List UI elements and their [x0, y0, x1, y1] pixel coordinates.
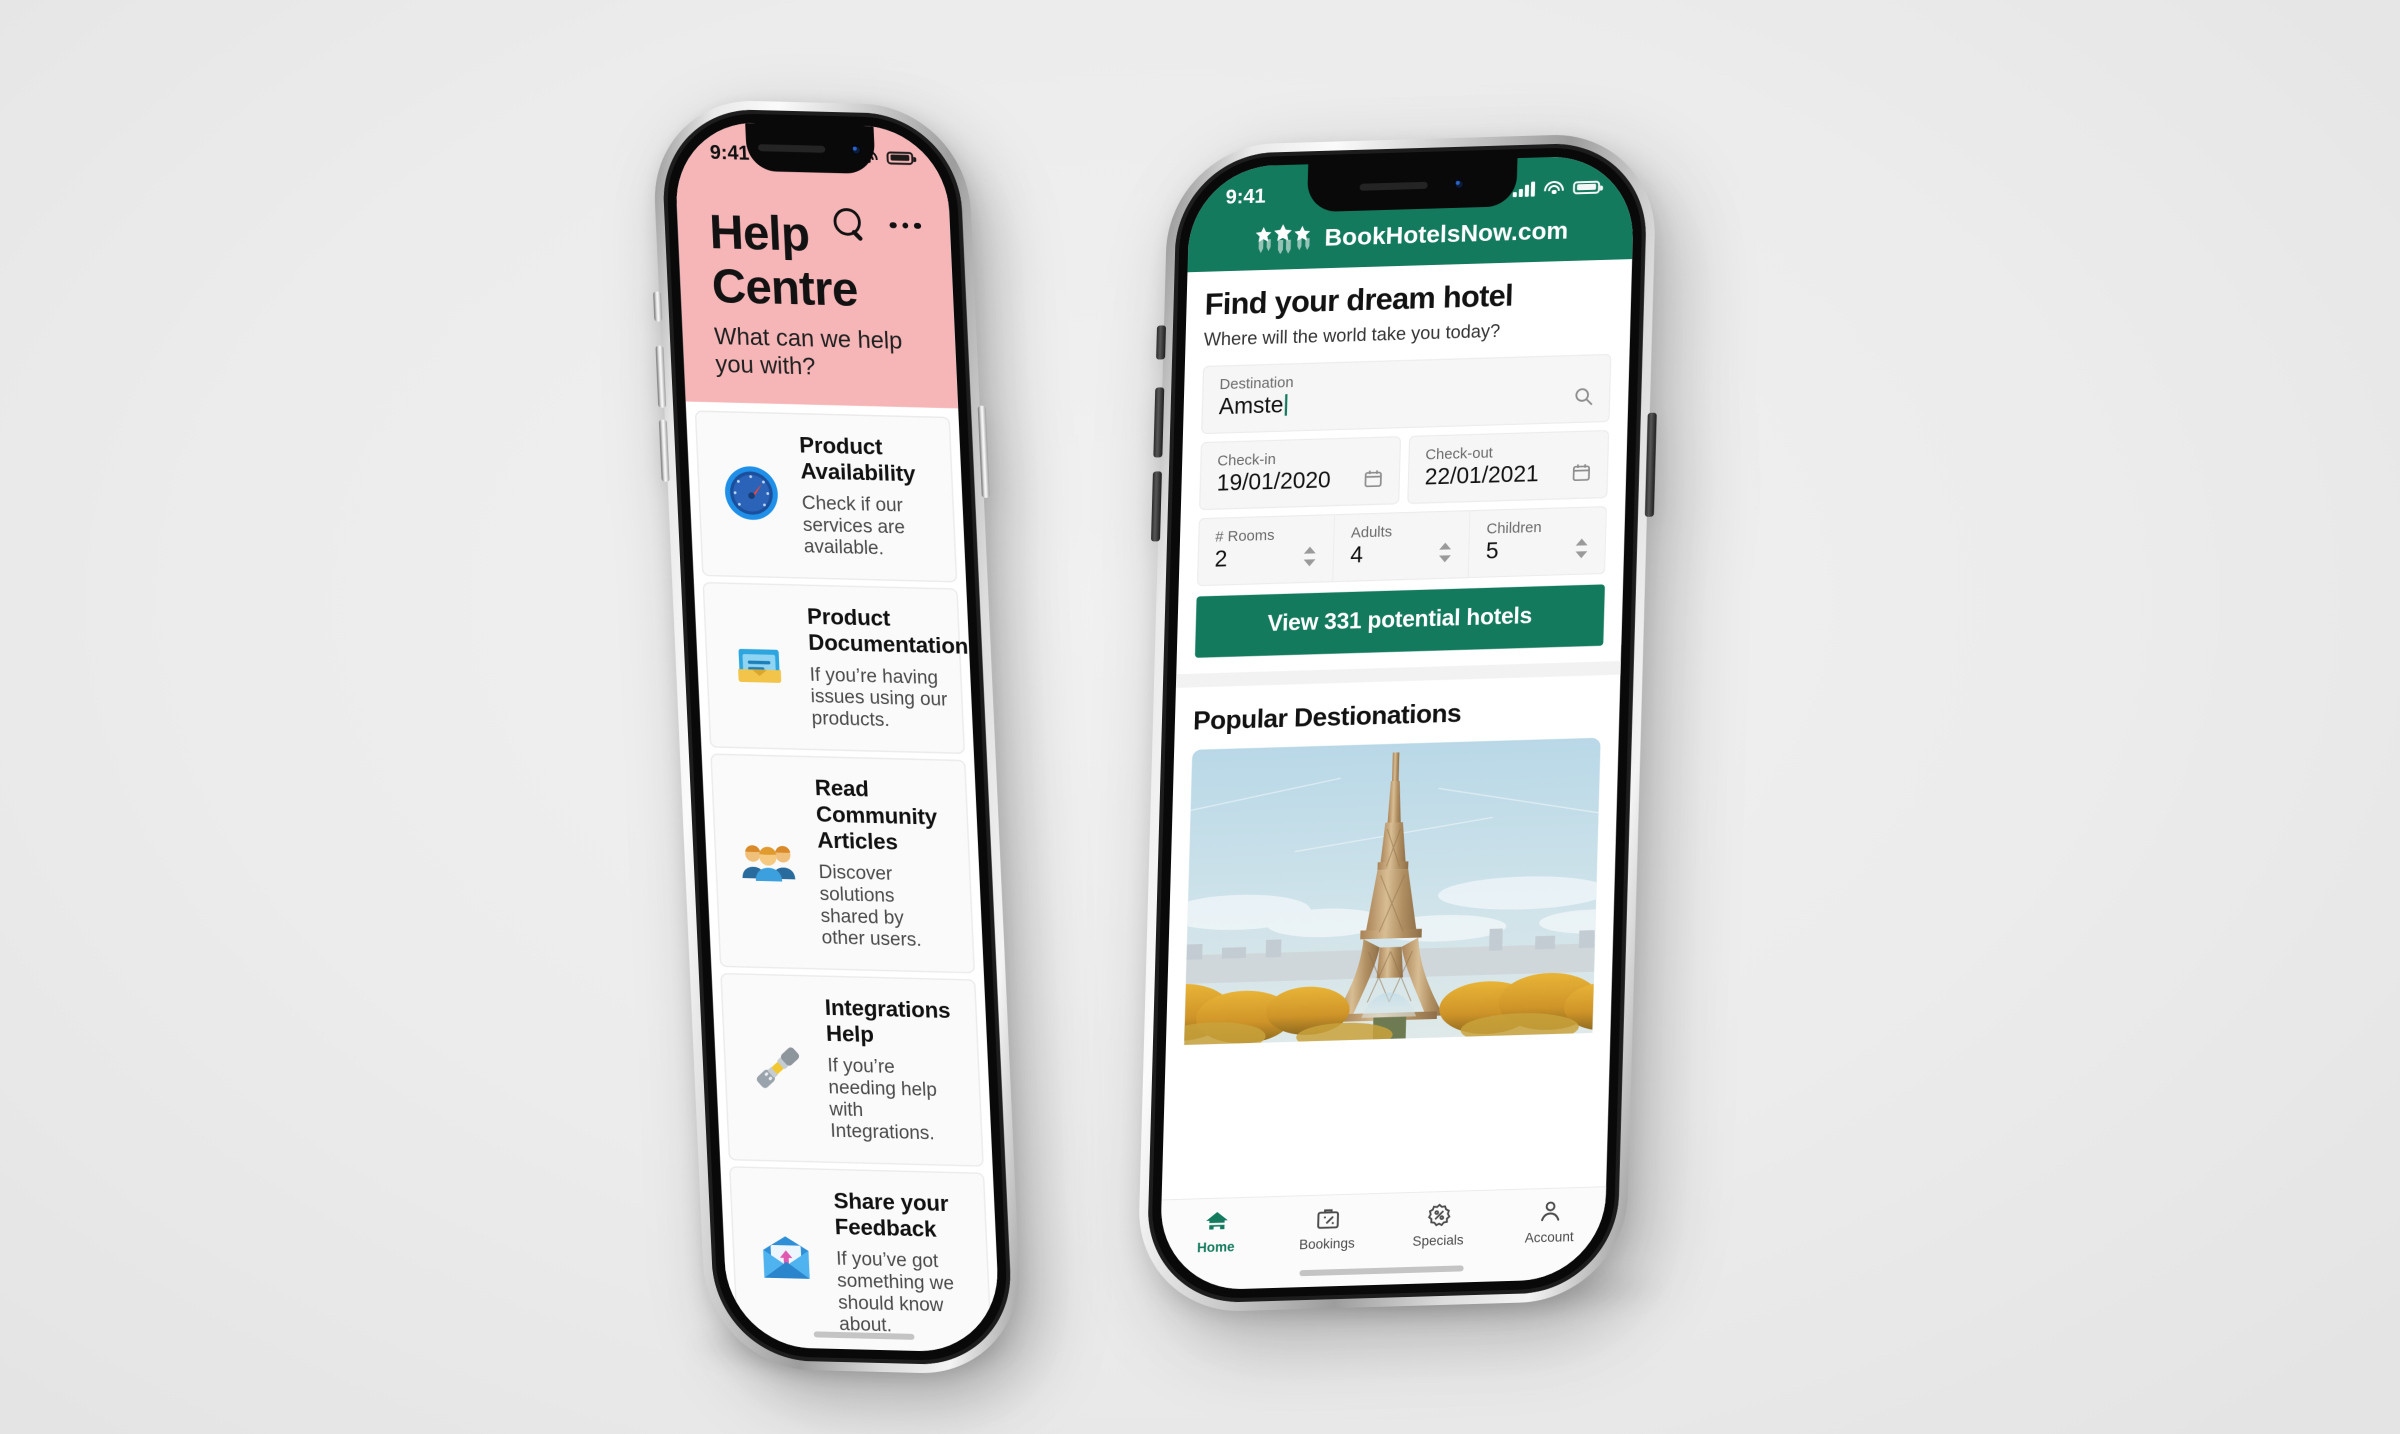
list-item-title: Product Availability	[798, 433, 916, 488]
left-status-time: 9:41	[709, 141, 750, 165]
right-phone-device: 9:41 BookHotelsNow.com Find your dream h…	[1136, 131, 1658, 1315]
list-item-text: Read Community Articles Discover solutio…	[814, 776, 952, 951]
list-item-desc: Check if our services are available.	[801, 491, 906, 559]
header-actions	[833, 208, 922, 242]
tab-bookings-label: Bookings	[1298, 1235, 1355, 1253]
adults-label: Adults	[1350, 522, 1393, 541]
right-status-time: 9:41	[1225, 185, 1267, 209]
check-in-label: Check-in	[1217, 450, 1277, 469]
list-item-desc: If you’re having issues using our produc…	[809, 662, 948, 731]
left-app-viewport: Help Centre What can we help you with? P…	[672, 120, 1002, 1354]
left-phone-screen: 9:41 Help Centre What can we help you wi…	[672, 120, 1002, 1354]
left-phone-mute-switch[interactable]	[653, 291, 663, 322]
battery-icon	[886, 150, 914, 165]
electric-plug-emoji	[744, 1034, 810, 1100]
list-item-title: Read Community Articles	[814, 776, 938, 856]
list-item-text: Product Documentation If you’re having i…	[807, 605, 972, 733]
front-camera-icon	[850, 143, 863, 156]
page-subtitle: Where will the world take you today?	[1203, 321, 1501, 351]
tab-specials[interactable]: Specials	[1382, 1201, 1494, 1250]
discount-badge-icon	[1425, 1202, 1452, 1229]
stepper-up-down-icon[interactable]	[1437, 541, 1455, 563]
person-icon	[1537, 1198, 1564, 1225]
incoming-envelope-emoji	[753, 1228, 819, 1294]
right-phone-mute-switch[interactable]	[1156, 325, 1167, 360]
search-icon[interactable]	[1572, 385, 1594, 407]
check-out-label: Check-out	[1425, 443, 1494, 463]
occupancy-row: # Rooms 2 Adults 4 Children 5	[1196, 506, 1607, 587]
speedometer-emoji	[718, 461, 784, 527]
check-out-field[interactable]: Check-out 22/01/2021	[1407, 429, 1609, 505]
children-field[interactable]: Children 5	[1469, 506, 1607, 579]
list-item[interactable]: Product Availability Check if our servic…	[694, 410, 958, 583]
list-item-desc: Discover solutions shared by other users…	[818, 860, 922, 951]
destination-input[interactable]: Amste	[1219, 393, 1284, 420]
brand-name: BookHotelsNow.com	[1324, 216, 1569, 251]
tab-specials-label: Specials	[1412, 1232, 1464, 1249]
more-options-icon[interactable]	[889, 221, 922, 230]
cellular-bars-icon	[1512, 181, 1536, 197]
destination-card-paris[interactable]	[1184, 737, 1601, 1046]
list-item-title: Integrations Help	[824, 995, 951, 1048]
left-phone-device: 9:41 Help Centre What can we help you wi…	[650, 98, 1024, 1376]
calendar-icon[interactable]	[1362, 467, 1384, 489]
tab-account[interactable]: Account	[1493, 1197, 1605, 1246]
adults-field[interactable]: Adults 4	[1333, 510, 1472, 583]
left-phone-notch	[745, 122, 876, 175]
rooms-label: # Rooms	[1215, 526, 1275, 545]
list-item-title: Product Documentation	[806, 604, 969, 660]
check-in-value[interactable]: 19/01/2020	[1216, 466, 1383, 497]
list-item[interactable]: Share your Feedback If you’ve got someth…	[729, 1166, 993, 1354]
view-hotels-button[interactable]: View 331 potential hotels	[1194, 584, 1605, 658]
battery-icon	[1572, 180, 1601, 194]
right-phone-notch	[1306, 158, 1518, 213]
check-in-field[interactable]: Check-in 19/01/2020	[1199, 436, 1401, 511]
list-item-title: Share your Feedback	[833, 1188, 949, 1243]
calendar-icon[interactable]	[1570, 461, 1592, 483]
right-app-viewport: BookHotelsNow.com Find your dream hotel …	[1159, 154, 1635, 1291]
earpiece-speaker	[1359, 181, 1428, 191]
briefcase-icon	[1314, 1205, 1341, 1232]
earpiece-speaker	[758, 143, 826, 153]
list-item[interactable]: Read Community Articles Discover solutio…	[710, 753, 976, 974]
home-icon	[1203, 1208, 1230, 1235]
right-phone-screen: 9:41 BookHotelsNow.com Find your dream h…	[1159, 154, 1635, 1292]
three-stars-logo-icon	[1252, 223, 1312, 255]
list-item-desc: If you’ve got something we should know a…	[835, 1247, 955, 1336]
page-title: Find your dream hotel	[1204, 278, 1514, 322]
right-phone-power-button[interactable]	[1644, 412, 1657, 517]
bottom-tab-bar: Home Bookings Specials Account	[1159, 1186, 1607, 1292]
children-label: Children	[1486, 518, 1542, 537]
front-camera-icon	[1453, 178, 1465, 190]
hotel-search-panel: Find your dream hotel Where will the wor…	[1176, 259, 1632, 659]
tab-home[interactable]: Home	[1160, 1207, 1272, 1256]
list-item-desc: If you’re needing help with Integrations…	[826, 1053, 938, 1144]
wifi-icon	[1543, 180, 1565, 196]
search-icon[interactable]	[833, 208, 866, 241]
page-subtitle: What can we help you with?	[713, 323, 903, 380]
list-item[interactable]: Integrations Help If you’re needing help…	[720, 972, 984, 1167]
text-caret	[1284, 394, 1288, 416]
list-item[interactable]: Product Documentation If you’re having i…	[702, 581, 969, 754]
card-index-dividers-emoji	[726, 632, 792, 698]
list-item-text: Integrations Help If you’re needing help…	[824, 996, 961, 1145]
stepper-up-down-icon[interactable]	[1301, 545, 1319, 567]
tab-home-label: Home	[1196, 1239, 1235, 1256]
busts-in-silhouette-emoji	[735, 828, 801, 894]
date-row: Check-in 19/01/2020 Check-out 22/01/2021	[1199, 429, 1609, 511]
tab-bookings[interactable]: Bookings	[1271, 1204, 1383, 1253]
list-item-text: Product Availability Check if our servic…	[799, 433, 935, 560]
rooms-field[interactable]: # Rooms 2	[1196, 514, 1336, 587]
help-topics-list: Product Availability Check if our servic…	[685, 401, 1002, 1354]
tab-account-label: Account	[1524, 1229, 1574, 1246]
check-out-value[interactable]: 22/01/2021	[1424, 460, 1591, 491]
list-item-text: Share your Feedback If you’ve got someth…	[833, 1189, 970, 1338]
destination-field[interactable]: Destination Amste	[1201, 353, 1612, 435]
mockup-scene: 9:41 BookHotelsNow.com Find your dream h…	[0, 0, 2400, 1434]
stepper-up-down-icon[interactable]	[1572, 537, 1590, 559]
